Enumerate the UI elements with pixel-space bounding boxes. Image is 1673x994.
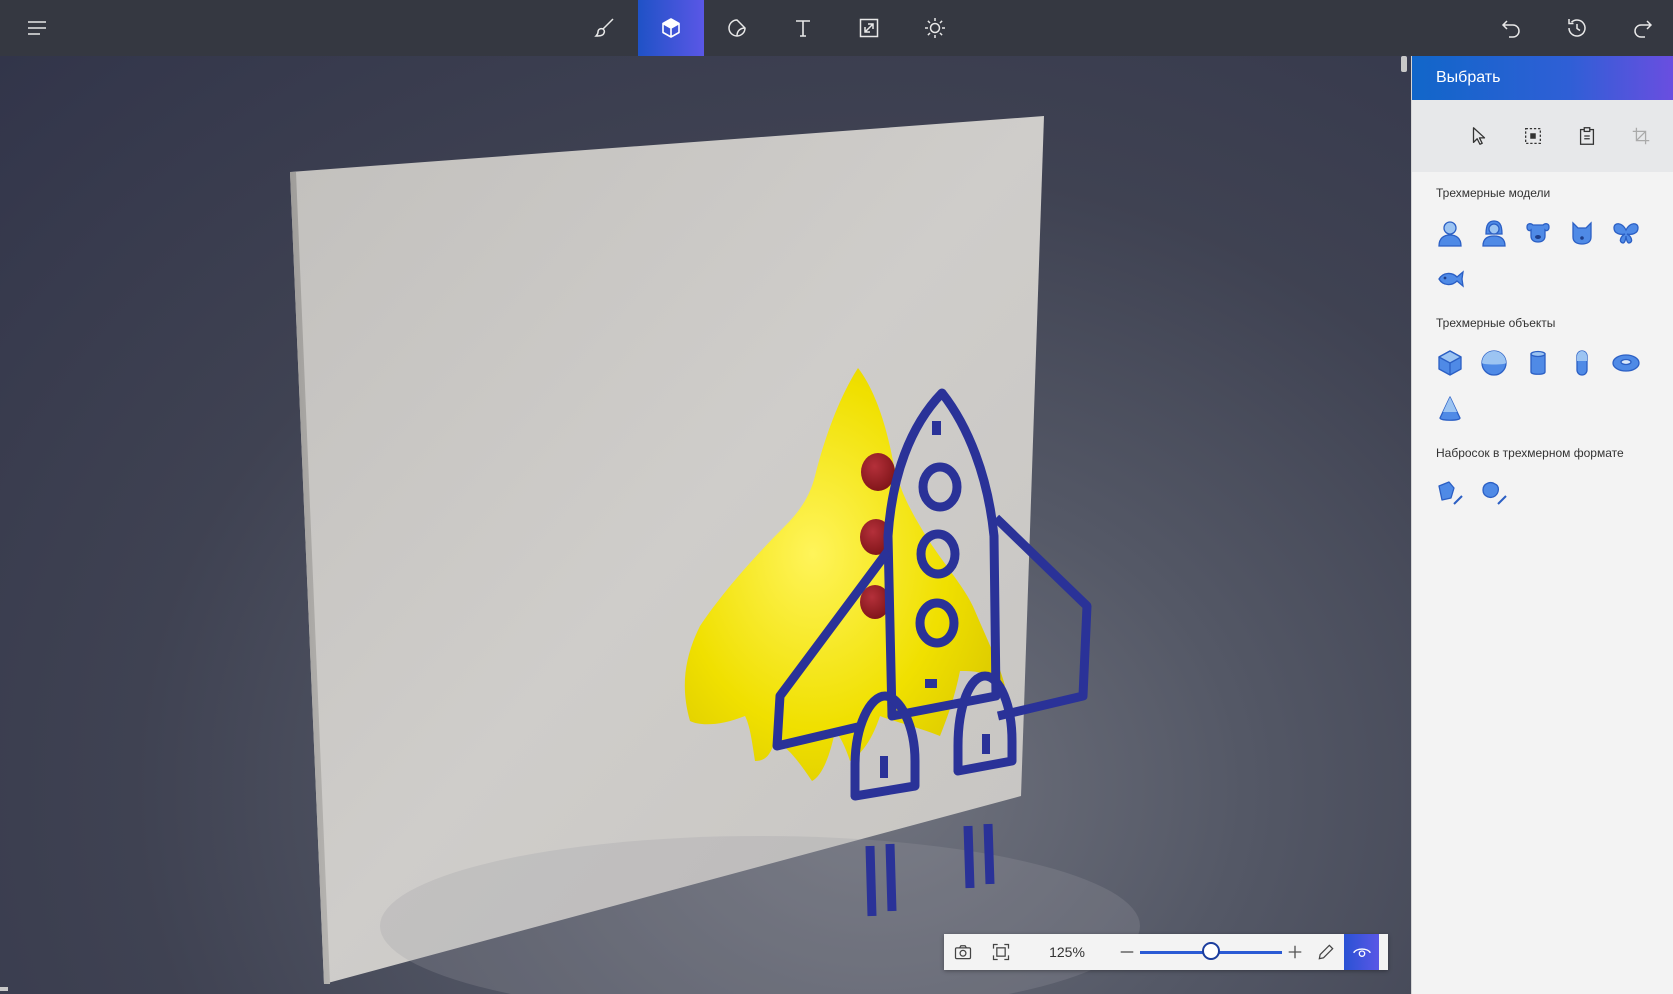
section-3d-doodle-title: Набросок в трехмерном формате bbox=[1436, 446, 1624, 460]
plus-icon bbox=[1288, 945, 1302, 959]
zoom-bar: 125% bbox=[944, 934, 1388, 970]
horizontal-scrollbar[interactable] bbox=[0, 987, 8, 991]
man-model-button[interactable] bbox=[1428, 210, 1472, 256]
section-3d-models-title: Трехмерные модели bbox=[1436, 186, 1551, 200]
fit-to-screen-button[interactable] bbox=[982, 934, 1020, 970]
menu-button[interactable] bbox=[4, 0, 70, 56]
history-button[interactable] bbox=[1544, 0, 1610, 56]
woman-model-button[interactable] bbox=[1472, 210, 1516, 256]
3d-shapes-tool-button[interactable] bbox=[638, 0, 704, 56]
view-mode-button[interactable] bbox=[1344, 934, 1379, 970]
3d-models-grid bbox=[1412, 210, 1658, 302]
select-tools-row bbox=[1412, 100, 1673, 172]
zoom-out-button[interactable] bbox=[1114, 934, 1140, 970]
brush-tool-button[interactable] bbox=[572, 0, 638, 56]
fish-model-button[interactable] bbox=[1428, 256, 1472, 302]
zoom-slider[interactable] bbox=[1140, 934, 1282, 970]
cylinder-object-button[interactable] bbox=[1516, 340, 1560, 386]
redo-icon bbox=[1634, 20, 1653, 38]
cursor-icon bbox=[1472, 127, 1486, 145]
history-icon bbox=[1568, 19, 1586, 37]
panel-title: Выбрать bbox=[1412, 56, 1673, 100]
sharp-doodle-icon bbox=[1438, 481, 1463, 505]
brush-icon bbox=[594, 18, 614, 37]
man-icon bbox=[1438, 221, 1462, 247]
screenshot-button[interactable] bbox=[944, 934, 982, 970]
canvas-tool-button[interactable] bbox=[836, 0, 902, 56]
cone-icon bbox=[1439, 396, 1461, 421]
resize-icon bbox=[859, 18, 879, 38]
dog-icon bbox=[1526, 223, 1550, 243]
3d-doodle-grid bbox=[1412, 470, 1658, 516]
minus-icon bbox=[1120, 951, 1134, 953]
sphere-object-button[interactable] bbox=[1472, 340, 1516, 386]
text-tool-button[interactable] bbox=[770, 0, 836, 56]
cat-model-button[interactable] bbox=[1560, 210, 1604, 256]
crop-button[interactable] bbox=[1614, 116, 1668, 156]
cat-icon bbox=[1572, 221, 1592, 245]
cube-shape-icon bbox=[1438, 350, 1462, 376]
vertical-scrollbar[interactable] bbox=[1401, 56, 1407, 72]
zoom-in-button[interactable] bbox=[1282, 934, 1308, 970]
redo-button[interactable] bbox=[1610, 0, 1673, 56]
canvas-viewport[interactable] bbox=[0, 56, 1411, 994]
clipboard-icon bbox=[1579, 127, 1595, 145]
select-area-icon bbox=[1525, 128, 1541, 144]
text-icon bbox=[796, 20, 810, 37]
sphere-icon bbox=[1481, 350, 1507, 376]
torus-object-button[interactable] bbox=[1604, 340, 1648, 386]
undo-button[interactable] bbox=[1478, 0, 1544, 56]
camera-icon bbox=[954, 945, 972, 960]
hamburger-icon bbox=[28, 21, 46, 35]
select-all-button[interactable] bbox=[1506, 116, 1560, 156]
sun-icon bbox=[925, 18, 945, 38]
zoom-slider-thumb[interactable] bbox=[1202, 942, 1220, 960]
section-3d-objects-title: Трехмерные объекты bbox=[1436, 316, 1556, 330]
paste-button[interactable] bbox=[1560, 116, 1614, 156]
cube-object-button[interactable] bbox=[1428, 340, 1472, 386]
select-button[interactable] bbox=[1452, 116, 1506, 156]
cone-object-button[interactable] bbox=[1428, 386, 1472, 432]
sharp-doodle-button[interactable] bbox=[1428, 470, 1472, 516]
stickers-tool-button[interactable] bbox=[704, 0, 770, 56]
cube-icon bbox=[662, 18, 680, 38]
soft-doodle-button[interactable] bbox=[1472, 470, 1516, 516]
capsule-icon bbox=[1576, 350, 1588, 376]
crop-icon bbox=[1632, 127, 1650, 145]
sticker-icon bbox=[728, 19, 746, 37]
fit-screen-icon bbox=[992, 943, 1010, 961]
cylinder-icon bbox=[1530, 350, 1546, 375]
dog-model-button[interactable] bbox=[1516, 210, 1560, 256]
edit-view-button[interactable] bbox=[1308, 934, 1344, 970]
capsule-object-button[interactable] bbox=[1560, 340, 1604, 386]
zoom-level-label: 125% bbox=[1049, 944, 1085, 960]
torus-icon bbox=[1612, 354, 1640, 372]
undo-icon bbox=[1501, 20, 1520, 38]
woman-icon bbox=[1482, 220, 1506, 247]
effects-tool-button[interactable] bbox=[902, 0, 968, 56]
3d-scene bbox=[290, 116, 1140, 994]
3d-objects-grid bbox=[1412, 340, 1658, 432]
fish-icon bbox=[1438, 270, 1464, 288]
eye-icon bbox=[1352, 948, 1371, 958]
pencil-icon bbox=[1318, 944, 1334, 960]
3d-shapes-panel: Выбрать Трехмерные модели Трехмерные объ… bbox=[1411, 56, 1673, 994]
fish-alt-model-button[interactable] bbox=[1604, 210, 1648, 256]
butterfly-icon bbox=[1613, 223, 1639, 244]
soft-doodle-icon bbox=[1482, 482, 1507, 505]
top-toolbar bbox=[0, 0, 1673, 56]
